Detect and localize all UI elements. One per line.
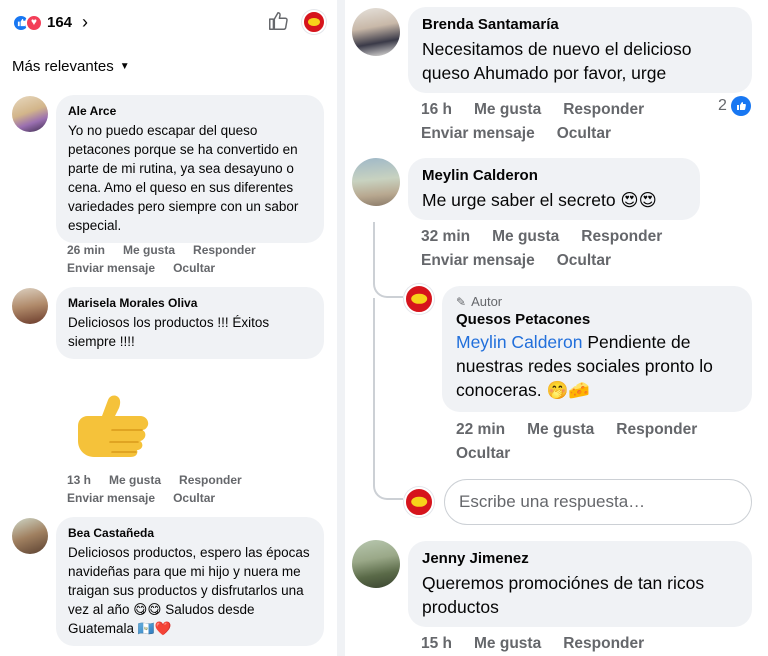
reply-text: Meylin Calderon Pendiente de nuestras re… [456, 330, 738, 402]
send-message-button[interactable]: Enviar mensaje [67, 261, 155, 275]
like-button[interactable]: Me gusta [474, 101, 541, 118]
like-button[interactable]: Me gusta [123, 243, 175, 257]
thread-connector [373, 476, 403, 500]
comment-time[interactable]: 13 h [67, 473, 91, 487]
reaction-summary[interactable]: ♥ 164 › [12, 12, 88, 33]
comment-actions: 16 h Me gusta Responder [421, 98, 666, 121]
reply-button[interactable]: Responder [193, 243, 256, 257]
pencil-icon: ✎ [456, 295, 467, 309]
reply-button[interactable]: Responder [563, 635, 644, 652]
comment-bubble: Brenda Santamaría Necesitamos de nuevo e… [408, 7, 752, 93]
comment-actions-2: Enviar mensaje Ocultar [421, 249, 633, 272]
comment-text: Me urge saber el secreto 😍😍 [422, 190, 657, 210]
like-reaction-icon [730, 96, 751, 116]
left-comments-panel: ♥ 164 › Más relevantes ▼ Ale Arce Yo no … [0, 0, 336, 656]
comment-text: Deliciosos los productos !!! Éxitos siem… [68, 315, 270, 349]
send-message-button[interactable]: Enviar mensaje [421, 252, 535, 269]
comment-time[interactable]: 26 min [67, 243, 105, 257]
reply-actions-2: Ocultar [456, 442, 532, 465]
page-avatar[interactable] [302, 10, 326, 34]
comment-author[interactable]: Jenny Jimenez [422, 549, 738, 569]
avatar[interactable] [352, 540, 400, 588]
avatar[interactable] [12, 288, 48, 324]
comment-actions: 26 min Me gusta Responder [67, 241, 274, 259]
avatar[interactable] [352, 158, 400, 206]
reply-input[interactable] [444, 479, 752, 525]
avatar[interactable] [352, 8, 400, 56]
comment-author[interactable]: Bea Castañeda [68, 525, 312, 541]
comment-actions: 15 h Me gusta Responder [421, 632, 666, 655]
hide-button[interactable]: Ocultar [173, 491, 215, 505]
comment-bubble: Ale Arce Yo no puedo escapar del queso p… [56, 95, 324, 243]
comment-text: Yo no puedo escapar del queso petacones … [68, 123, 299, 233]
comment-time[interactable]: 15 h [421, 635, 452, 652]
right-comments-panel: Brenda Santamaría Necesitamos de nuevo e… [346, 0, 768, 656]
comment-text: Deliciosos productos, espero las épocas … [68, 545, 310, 636]
reply-button[interactable]: Responder [563, 101, 644, 118]
hide-button[interactable]: Ocultar [557, 252, 611, 269]
author-label: Autor [471, 294, 503, 309]
comment-actions: 32 min Me gusta Responder [421, 225, 684, 248]
comment-actions-2: Enviar mensaje Ocultar [421, 122, 633, 145]
chevron-down-icon: ▼ [119, 61, 130, 72]
comment-bubble: Jenny Jimenez Queremos promociónes de ta… [408, 541, 752, 627]
comment-time[interactable]: 16 h [421, 101, 452, 118]
mention-link[interactable]: Meylin Calderon [456, 332, 582, 352]
sort-dropdown[interactable]: Más relevantes ▼ [12, 58, 130, 75]
quesos-petacones-logo [404, 487, 434, 517]
comment-actions: 13 h Me gusta Responder [67, 471, 260, 489]
comment-text: Necesitamos de nuevo el delicioso queso … [422, 39, 692, 83]
sort-label: Más relevantes [12, 58, 114, 75]
comment-bubble: Bea Castañeda Deliciosos productos, espe… [56, 517, 324, 646]
like-button[interactable]: Me gusta [492, 228, 559, 245]
love-reaction-icon: ♥ [25, 13, 43, 32]
reply-actions: 22 min Me gusta Responder [456, 418, 719, 441]
reply-button[interactable]: Responder [179, 473, 242, 487]
reaction-count: 164 [47, 14, 73, 31]
comment-bubble: Marisela Morales Oliva Deliciosos los pr… [56, 287, 324, 359]
send-message-button[interactable]: Enviar mensaje [421, 125, 535, 142]
send-message-button[interactable]: Enviar mensaje [67, 491, 155, 505]
comment-time[interactable]: 32 min [421, 228, 470, 245]
comment-actions-2: Enviar mensaje Ocultar [67, 259, 233, 277]
comment-author[interactable]: Meylin Calderon [422, 166, 686, 186]
comment-author[interactable]: Ale Arce [68, 103, 312, 119]
hide-button[interactable]: Ocultar [456, 445, 510, 462]
like-button[interactable]: Me gusta [527, 421, 594, 438]
comment-time[interactable]: 22 min [456, 421, 505, 438]
quesos-petacones-logo[interactable] [404, 284, 434, 314]
like-outline-icon[interactable] [267, 10, 289, 32]
thread-line [373, 222, 375, 282]
like-button[interactable]: Me gusta [474, 635, 541, 652]
hide-button[interactable]: Ocultar [173, 261, 215, 275]
author-badge: ✎ Autor [456, 294, 738, 310]
reply-button[interactable]: Responder [616, 421, 697, 438]
avatar[interactable] [12, 96, 48, 132]
quesos-petacones-logo [302, 10, 326, 34]
reply-button[interactable]: Responder [581, 228, 662, 245]
thread-connector [373, 280, 403, 298]
reactions-header: ♥ 164 › [12, 10, 328, 36]
comment-author[interactable]: Marisela Morales Oliva [68, 295, 312, 311]
thread-line [373, 298, 375, 478]
hide-button[interactable]: Ocultar [557, 125, 611, 142]
like-count-value: 2 [718, 97, 727, 114]
reply-author[interactable]: Quesos Petacones [456, 310, 738, 330]
chevron-right-icon[interactable]: › [82, 12, 88, 33]
comment-actions-2: Enviar mensaje Ocultar [67, 489, 233, 507]
comment-text: Queremos promociónes de tan ricos produc… [422, 573, 705, 617]
reply-bubble: ✎ Autor Quesos Petacones Meylin Calderon… [442, 286, 752, 412]
comment-bubble: Meylin Calderon Me urge saber el secreto… [408, 158, 700, 220]
avatar[interactable] [12, 518, 48, 554]
panel-divider [337, 0, 345, 656]
comment-like-count[interactable]: 2 [718, 96, 751, 116]
thumbs-up-sticker [78, 395, 149, 457]
comment-author[interactable]: Brenda Santamaría [422, 15, 738, 35]
like-button[interactable]: Me gusta [109, 473, 161, 487]
